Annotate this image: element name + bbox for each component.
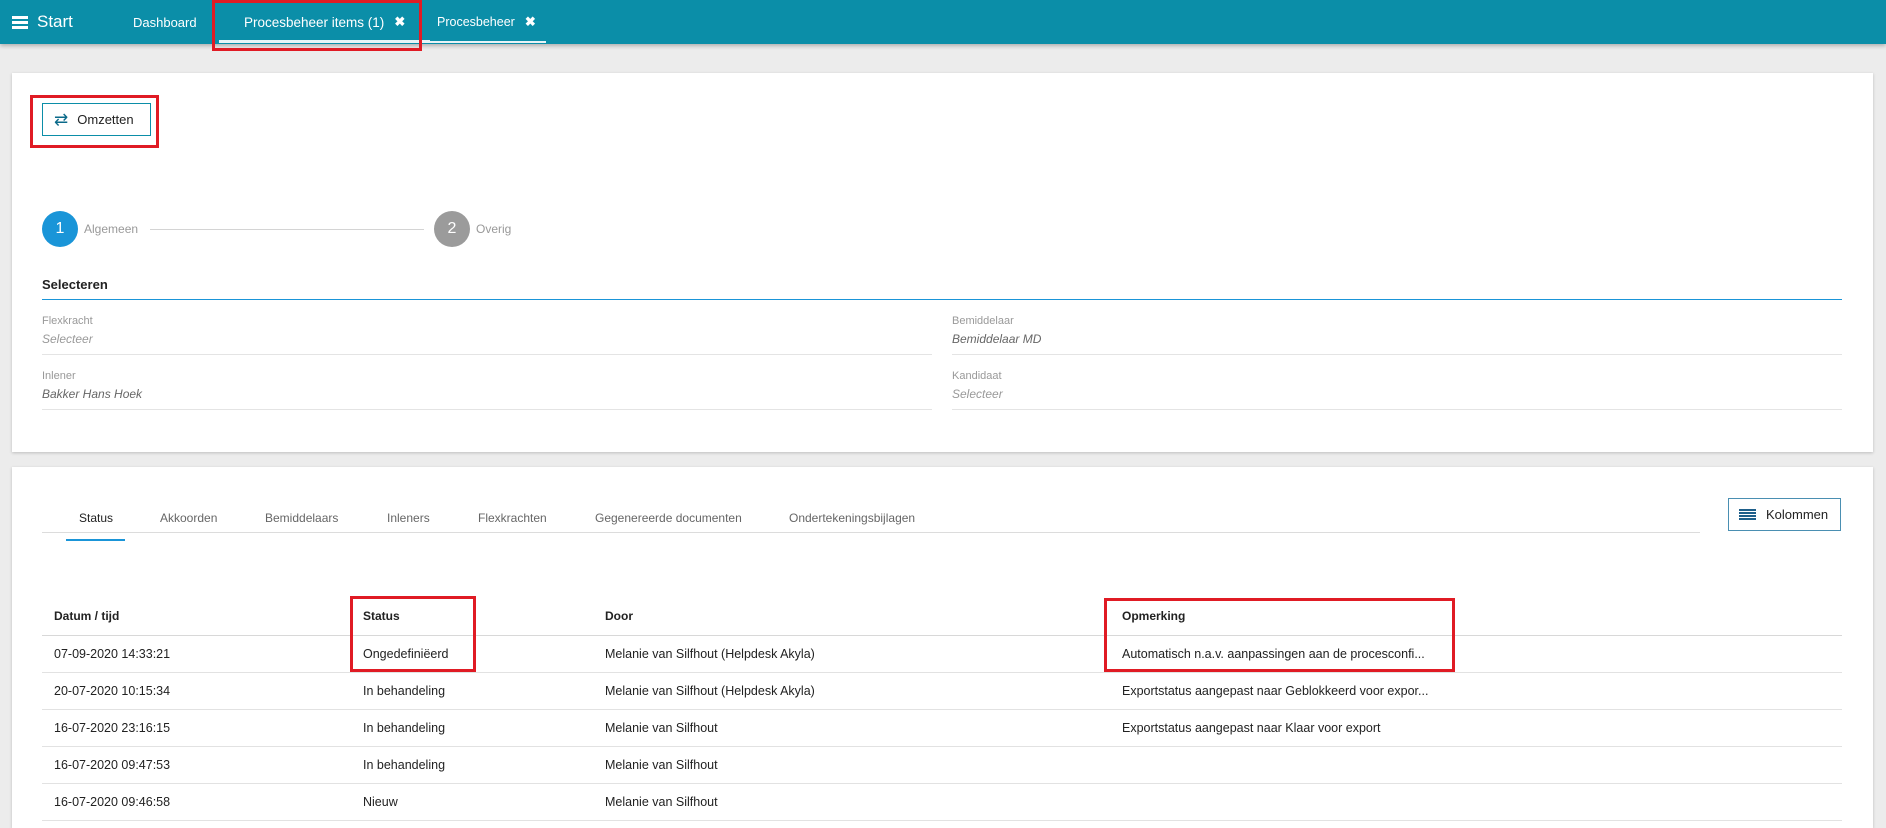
step-connector bbox=[150, 229, 424, 230]
top-navigation-bar: Start Dashboard Procesbeheer items (1) ✖… bbox=[0, 0, 1886, 44]
field-value: Bakker Hans Hoek bbox=[42, 387, 143, 401]
field-label: Kandidaat bbox=[952, 370, 1002, 382]
list-columns-icon bbox=[1739, 508, 1756, 521]
kolommen-button[interactable]: Kolommen bbox=[1728, 498, 1841, 531]
tab-inleners[interactable]: Inleners bbox=[387, 511, 430, 540]
hamburger-menu-icon bbox=[12, 15, 28, 29]
tab-procesbeheer-items[interactable]: Procesbeheer items (1) ✖ bbox=[219, 0, 431, 44]
table-row[interactable]: 16-07-2020 09:46:58 Nieuw Melanie van Si… bbox=[42, 784, 1842, 821]
tab-flexkrachten[interactable]: Flexkrachten bbox=[478, 511, 547, 540]
flexkracht-field[interactable]: Flexkracht Selecteer bbox=[42, 315, 932, 355]
field-value: Bemiddelaar MD bbox=[952, 332, 1042, 346]
status-history-card: Status Akkoorden Bemiddelaars Inleners F… bbox=[12, 467, 1873, 828]
tab-bemiddelaars[interactable]: Bemiddelaars bbox=[265, 511, 338, 540]
cell-status: Nieuw bbox=[363, 795, 398, 809]
step-overig[interactable]: 2 Overig bbox=[434, 211, 511, 247]
cell-door: Melanie van Silfhout (Helpdesk Akyla) bbox=[605, 684, 815, 698]
process-item-card: ⇄ Omzetten 1 Algemeen 2 Overig Selectere… bbox=[12, 73, 1873, 452]
step-algemeen[interactable]: 1 Algemeen bbox=[42, 211, 138, 247]
cell-datum: 16-07-2020 09:47:53 bbox=[54, 758, 171, 772]
step-label: Overig bbox=[476, 222, 512, 236]
start-menu-button[interactable]: Start bbox=[12, 11, 73, 33]
detail-tabs: Status Akkoorden Bemiddelaars Inleners F… bbox=[42, 504, 1700, 541]
cell-datum: 16-07-2020 09:46:58 bbox=[54, 795, 171, 809]
table-row[interactable]: 16-07-2020 23:16:15 In behandeling Melan… bbox=[42, 710, 1842, 747]
tab-procesbeheer-items-label: Procesbeheer items (1) bbox=[244, 14, 385, 30]
tab-dashboard[interactable]: Dashboard bbox=[133, 15, 197, 30]
tab-procesbeheer[interactable]: Procesbeheer ✖ bbox=[428, 0, 546, 44]
kandidaat-field[interactable]: Kandidaat Selecteer bbox=[952, 370, 1842, 410]
field-label: Bemiddelaar bbox=[952, 315, 1014, 327]
step-number: 1 bbox=[42, 211, 78, 247]
cell-door: Melanie van Silfhout bbox=[605, 758, 718, 772]
column-header-datum[interactable]: Datum / tijd bbox=[54, 597, 119, 636]
cell-door: Melanie van Silfhout (Helpdesk Akyla) bbox=[605, 647, 815, 661]
swap-arrows-icon: ⇄ bbox=[54, 110, 69, 129]
table-row[interactable]: 07-09-2020 14:33:21 Ongedefiniëerd Melan… bbox=[42, 636, 1842, 673]
tab-gegenereerde-documenten[interactable]: Gegenereerde documenten bbox=[595, 511, 742, 540]
section-divider bbox=[42, 299, 1842, 300]
field-label: Flexkracht bbox=[42, 315, 93, 327]
tab-procesbeheer-label: Procesbeheer bbox=[437, 15, 515, 29]
table-row[interactable]: 16-07-2020 09:47:53 In behandeling Melan… bbox=[42, 747, 1842, 784]
table-header-row: Datum / tijd Status Door Opmerking bbox=[42, 597, 1842, 636]
tab-akkoorden[interactable]: Akkoorden bbox=[160, 511, 217, 540]
cell-door: Melanie van Silfhout bbox=[605, 795, 718, 809]
kolommen-label: Kolommen bbox=[1766, 507, 1829, 522]
close-icon[interactable]: ✖ bbox=[394, 14, 405, 30]
column-header-door[interactable]: Door bbox=[605, 597, 633, 636]
cell-opmerking: Exportstatus aangepast naar Klaar voor e… bbox=[1122, 721, 1381, 735]
step-number: 2 bbox=[434, 211, 470, 247]
cell-datum: 16-07-2020 23:16:15 bbox=[54, 721, 171, 735]
cell-status: In behandeling bbox=[363, 684, 446, 698]
close-icon[interactable]: ✖ bbox=[525, 14, 536, 30]
step-label: Algemeen bbox=[84, 222, 139, 236]
field-value: Selecteer bbox=[42, 332, 93, 346]
status-table: Datum / tijd Status Door Opmerking 07-09… bbox=[42, 597, 1842, 821]
tab-status[interactable]: Status bbox=[65, 511, 126, 541]
cell-status: Ongedefiniëerd bbox=[363, 647, 449, 661]
field-label: Inlener bbox=[42, 370, 76, 382]
cell-door: Melanie van Silfhout bbox=[605, 721, 718, 735]
table-row[interactable]: 20-07-2020 10:15:34 In behandeling Melan… bbox=[42, 673, 1842, 710]
cell-status: In behandeling bbox=[363, 758, 446, 772]
field-value: Selecteer bbox=[952, 387, 1003, 401]
column-header-status[interactable]: Status bbox=[363, 597, 400, 636]
cell-datum: 07-09-2020 14:33:21 bbox=[54, 647, 171, 661]
cell-status: In behandeling bbox=[363, 721, 446, 735]
bemiddelaar-field[interactable]: Bemiddelaar Bemiddelaar MD bbox=[952, 315, 1842, 355]
section-title: Selecteren bbox=[42, 277, 108, 292]
tab-ondertekeningsbijlagen[interactable]: Ondertekeningsbijlagen bbox=[789, 511, 915, 540]
omzetten-label: Omzetten bbox=[77, 112, 134, 127]
start-menu-label: Start bbox=[37, 12, 73, 31]
cell-opmerking: Automatisch n.a.v. aanpassingen aan de p… bbox=[1122, 647, 1425, 661]
inlener-field[interactable]: Inlener Bakker Hans Hoek bbox=[42, 370, 932, 410]
cell-opmerking: Exportstatus aangepast naar Geblokkeerd … bbox=[1122, 684, 1429, 698]
column-header-opmerking[interactable]: Opmerking bbox=[1122, 597, 1185, 636]
cell-datum: 20-07-2020 10:15:34 bbox=[54, 684, 171, 698]
omzetten-button[interactable]: ⇄ Omzetten bbox=[42, 103, 151, 136]
